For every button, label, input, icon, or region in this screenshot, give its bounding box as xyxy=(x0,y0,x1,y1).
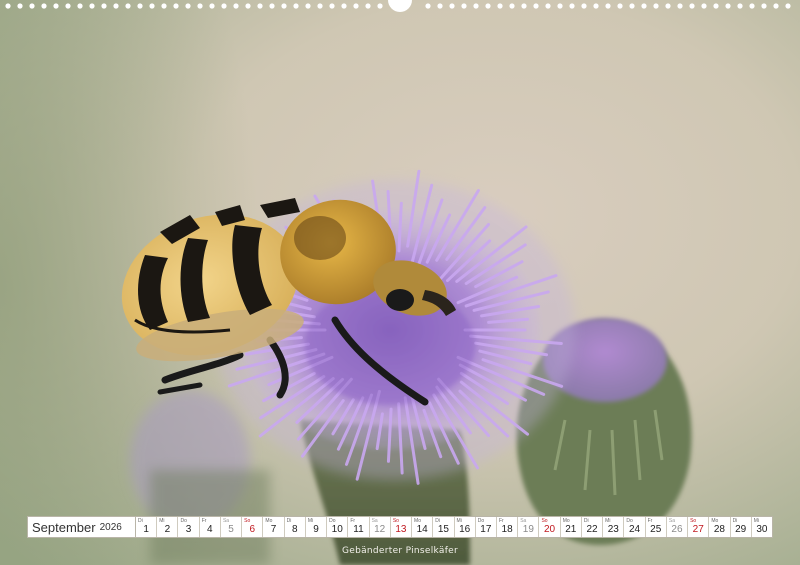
day-number: 24 xyxy=(628,524,641,535)
day-cell: Mo 21 xyxy=(561,517,582,537)
day-cell: Mi 30 xyxy=(752,517,772,537)
day-number: 30 xyxy=(756,524,768,535)
day-number: 5 xyxy=(228,524,234,535)
day-number: 12 xyxy=(374,524,386,535)
day-cell: Fr 11 xyxy=(348,517,370,537)
day-number: 23 xyxy=(607,524,619,535)
photo-caption: Gebänderter Pinselkäfer xyxy=(341,546,459,556)
day-number: 6 xyxy=(249,524,256,535)
day-cell: Mi 9 xyxy=(306,517,328,537)
day-number: 28 xyxy=(713,524,725,535)
day-number: 29 xyxy=(735,524,747,535)
day-cell: Do 10 xyxy=(327,517,349,537)
day-cells: Di 1 Mi 2 Do 3 Fr 4 Sa 5 So 6 Mo 7 Di 8 Mi 9 Do 10 Fr 11 Sa 12 S… xyxy=(136,517,772,537)
day-cell: Do 17 xyxy=(476,517,497,537)
day-number: 9 xyxy=(313,524,319,535)
day-number: 11 xyxy=(353,524,364,535)
day-number: 14 xyxy=(416,524,428,535)
day-cell: Di 29 xyxy=(731,517,752,537)
day-number: 2 xyxy=(164,524,171,535)
month-name: September xyxy=(32,519,96,535)
day-cell: Di 15 xyxy=(433,517,455,537)
day-number: 3 xyxy=(185,524,192,535)
day-number: 18 xyxy=(501,524,513,535)
day-cell: Mi 16 xyxy=(455,517,476,537)
day-cell: Di 1 xyxy=(136,517,158,537)
day-cell: So 20 xyxy=(539,517,561,537)
day-number: 15 xyxy=(437,524,449,535)
day-number: 8 xyxy=(291,524,298,535)
day-number: 26 xyxy=(671,524,683,535)
day-cell: Mo 14 xyxy=(412,517,434,537)
day-cell: Mi 2 xyxy=(157,517,179,537)
day-cell: Di 8 xyxy=(285,517,306,537)
day-number: 25 xyxy=(650,524,662,535)
day-number: 16 xyxy=(459,524,471,535)
day-cell: Mo 7 xyxy=(263,517,285,537)
day-cell: Fr 25 xyxy=(646,517,667,537)
day-cell: Fr 4 xyxy=(200,517,221,537)
calendar-strip: September 2026 Di 1 Mi 2 Do 3 Fr 4 Sa 5 So 6 Mo 7 Di 8 M… xyxy=(27,516,773,538)
day-number: 4 xyxy=(207,524,213,535)
day-cell: Di 22 xyxy=(582,517,604,537)
day-cell: Sa 5 xyxy=(221,517,243,537)
day-number: 22 xyxy=(586,524,598,535)
day-cell: Sa 12 xyxy=(370,517,391,537)
day-cell: Mo 28 xyxy=(709,517,731,537)
day-number: 19 xyxy=(522,524,534,535)
day-cell: Mi 23 xyxy=(603,517,625,537)
day-cell: Fr 18 xyxy=(497,517,519,537)
day-number: 20 xyxy=(544,524,556,535)
day-number: 10 xyxy=(331,524,343,535)
day-number: 21 xyxy=(565,524,577,535)
day-cell: So 13 xyxy=(391,517,413,537)
day-cell: So 27 xyxy=(688,517,710,537)
day-number: 13 xyxy=(395,524,407,535)
day-number: 1 xyxy=(143,524,149,535)
day-number: 17 xyxy=(480,524,492,535)
day-number: 7 xyxy=(270,524,277,535)
day-number: 27 xyxy=(692,524,704,535)
year: 2026 xyxy=(99,521,122,533)
month-label-cell: September 2026 xyxy=(28,517,136,537)
day-cell: Do 3 xyxy=(178,517,200,537)
day-cell: Do 24 xyxy=(624,517,646,537)
day-cell: Sa 19 xyxy=(518,517,540,537)
day-cell: Sa 26 xyxy=(667,517,689,537)
day-cell: So 6 xyxy=(242,517,264,537)
calendar-photo xyxy=(0,0,800,565)
